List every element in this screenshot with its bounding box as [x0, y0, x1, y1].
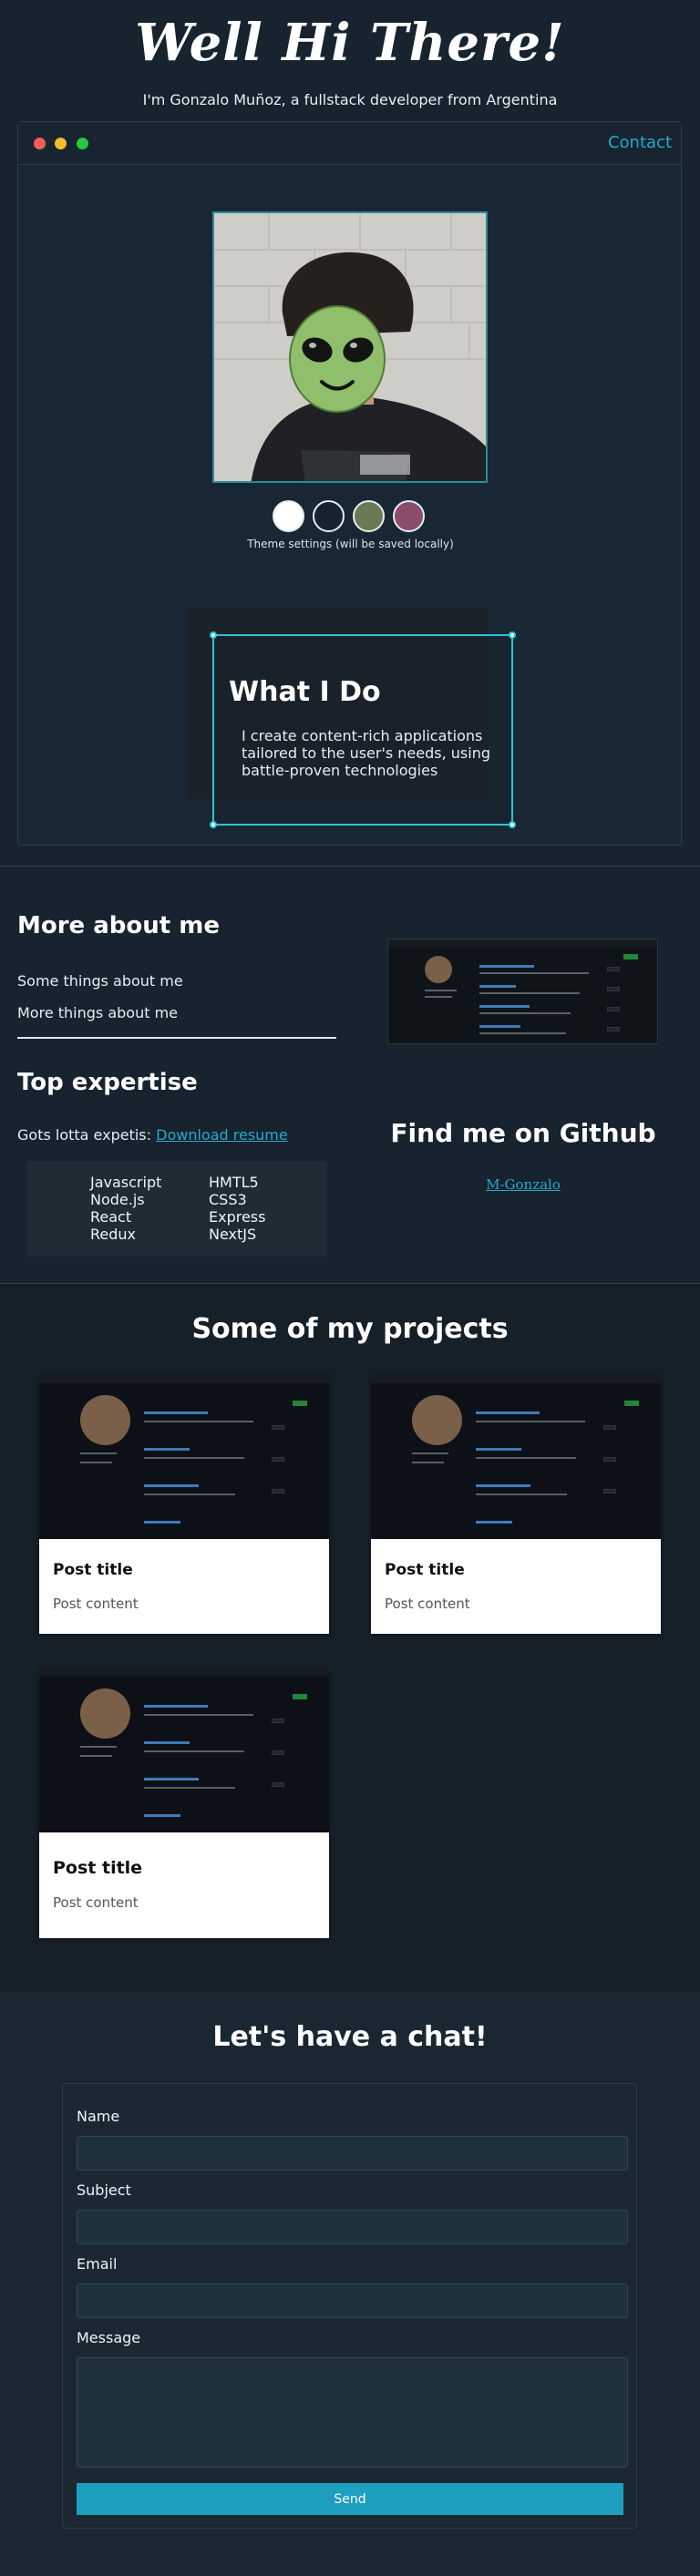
project-card-content: Post content [385, 1596, 470, 1612]
github-title: Find me on Github [390, 1118, 656, 1148]
contact-title: Let's have a chat! [212, 2021, 488, 2053]
maximize-dot-icon[interactable] [77, 138, 88, 149]
browser-window: Contact Theme settings (will be saved lo… [17, 121, 682, 846]
project-card-title: Post title [53, 1858, 143, 1878]
name-label: Name [77, 2108, 120, 2125]
subject-label: Subject [77, 2181, 131, 2199]
resize-handle-icon[interactable] [210, 821, 217, 828]
contact-form: Name Subject Email Message Send [62, 2083, 637, 2529]
theme-settings-note: Theme settings (will be saved locally) [247, 538, 454, 550]
github-username-link[interactable]: M-Gonzalo [364, 1176, 683, 1193]
project-thumbnail [39, 1668, 329, 1832]
project-card[interactable]: Post title Post content [39, 1668, 329, 1938]
download-resume-link[interactable]: Download resume [156, 1126, 288, 1144]
skills-left-column: Javascript Node.js React Redux [90, 1174, 161, 1243]
skill-item: NextJS [209, 1226, 257, 1243]
name-input[interactable] [77, 2136, 628, 2171]
theme-swatch-dark[interactable] [313, 500, 345, 532]
theme-swatch-olive[interactable] [353, 500, 385, 532]
expertise-label: Gots lotta expetis: [17, 1126, 152, 1144]
github-screenshot[interactable] [387, 939, 658, 1044]
skill-item: Node.js [90, 1191, 145, 1208]
email-input[interactable] [77, 2284, 628, 2318]
project-card[interactable]: Post title Post content [371, 1375, 661, 1634]
project-card[interactable]: Post title Post content [39, 1375, 329, 1634]
minimize-dot-icon[interactable] [55, 138, 67, 149]
close-dot-icon[interactable] [34, 138, 46, 149]
theme-swatch-white[interactable] [273, 500, 304, 532]
skill-item: React [90, 1208, 132, 1226]
about-divider [17, 1037, 336, 1039]
hero-title: Well Hi There! [135, 13, 565, 73]
what-i-do-title: What I Do [229, 676, 381, 708]
about-section: More about me Some things about me More … [0, 867, 700, 1284]
window-title-bar: Contact [18, 122, 681, 165]
contact-link[interactable]: Contact [608, 133, 672, 152]
resize-handle-icon[interactable] [210, 631, 217, 639]
what-i-do-card: What I Do I create content-rich applicat… [210, 631, 516, 828]
skills-right-column: HMTL5 CSS3 Express NextJS [209, 1174, 265, 1243]
about-title: More about me [17, 912, 220, 939]
hero-section: Well Hi There! I'm Gonzalo Muñoz, a full… [0, 0, 700, 866]
skills-box: Javascript Node.js React Redux HMTL5 CSS… [26, 1161, 327, 1257]
message-textarea[interactable] [77, 2357, 628, 2468]
expertise-title: Top expertise [17, 1069, 198, 1096]
profile-photo-illustration [214, 213, 486, 481]
project-card-title: Post title [385, 1561, 465, 1579]
project-card-title: Post title [53, 1561, 133, 1579]
skill-item: Redux [90, 1226, 137, 1243]
about-line-2: More things about me [17, 1004, 179, 1021]
project-thumbnail [39, 1375, 329, 1539]
resize-handle-icon[interactable] [509, 631, 516, 639]
skill-item: CSS3 [209, 1191, 247, 1208]
theme-selector [273, 500, 427, 537]
email-label: Email [77, 2255, 118, 2273]
project-card-content: Post content [53, 1596, 139, 1612]
about-line-1: Some things about me [17, 972, 183, 990]
skill-item: Javascript [90, 1174, 162, 1191]
send-button[interactable]: Send [77, 2483, 623, 2515]
projects-title: Some of my projects [191, 1313, 509, 1345]
project-thumbnail [371, 1375, 661, 1539]
project-card-content: Post content [53, 1894, 139, 1911]
projects-section: Some of my projects Post title Post cont… [0, 1284, 700, 1992]
profile-photo [212, 211, 488, 483]
skill-item: HMTL5 [209, 1174, 259, 1191]
subject-input[interactable] [77, 2210, 628, 2244]
what-i-do-text: I create content-rich applications tailo… [242, 727, 490, 779]
message-label: Message [77, 2329, 141, 2346]
hero-subtitle: I'm Gonzalo Muñoz, a fullstack developer… [142, 91, 558, 108]
resize-handle-icon[interactable] [509, 821, 516, 828]
skill-item: Express [209, 1208, 266, 1226]
contact-section: Let's have a chat! Name Subject Email Me… [0, 1992, 700, 2576]
theme-swatch-mauve[interactable] [393, 500, 425, 532]
expertise-text: Gots lotta expetis: Download resume [17, 1126, 288, 1144]
